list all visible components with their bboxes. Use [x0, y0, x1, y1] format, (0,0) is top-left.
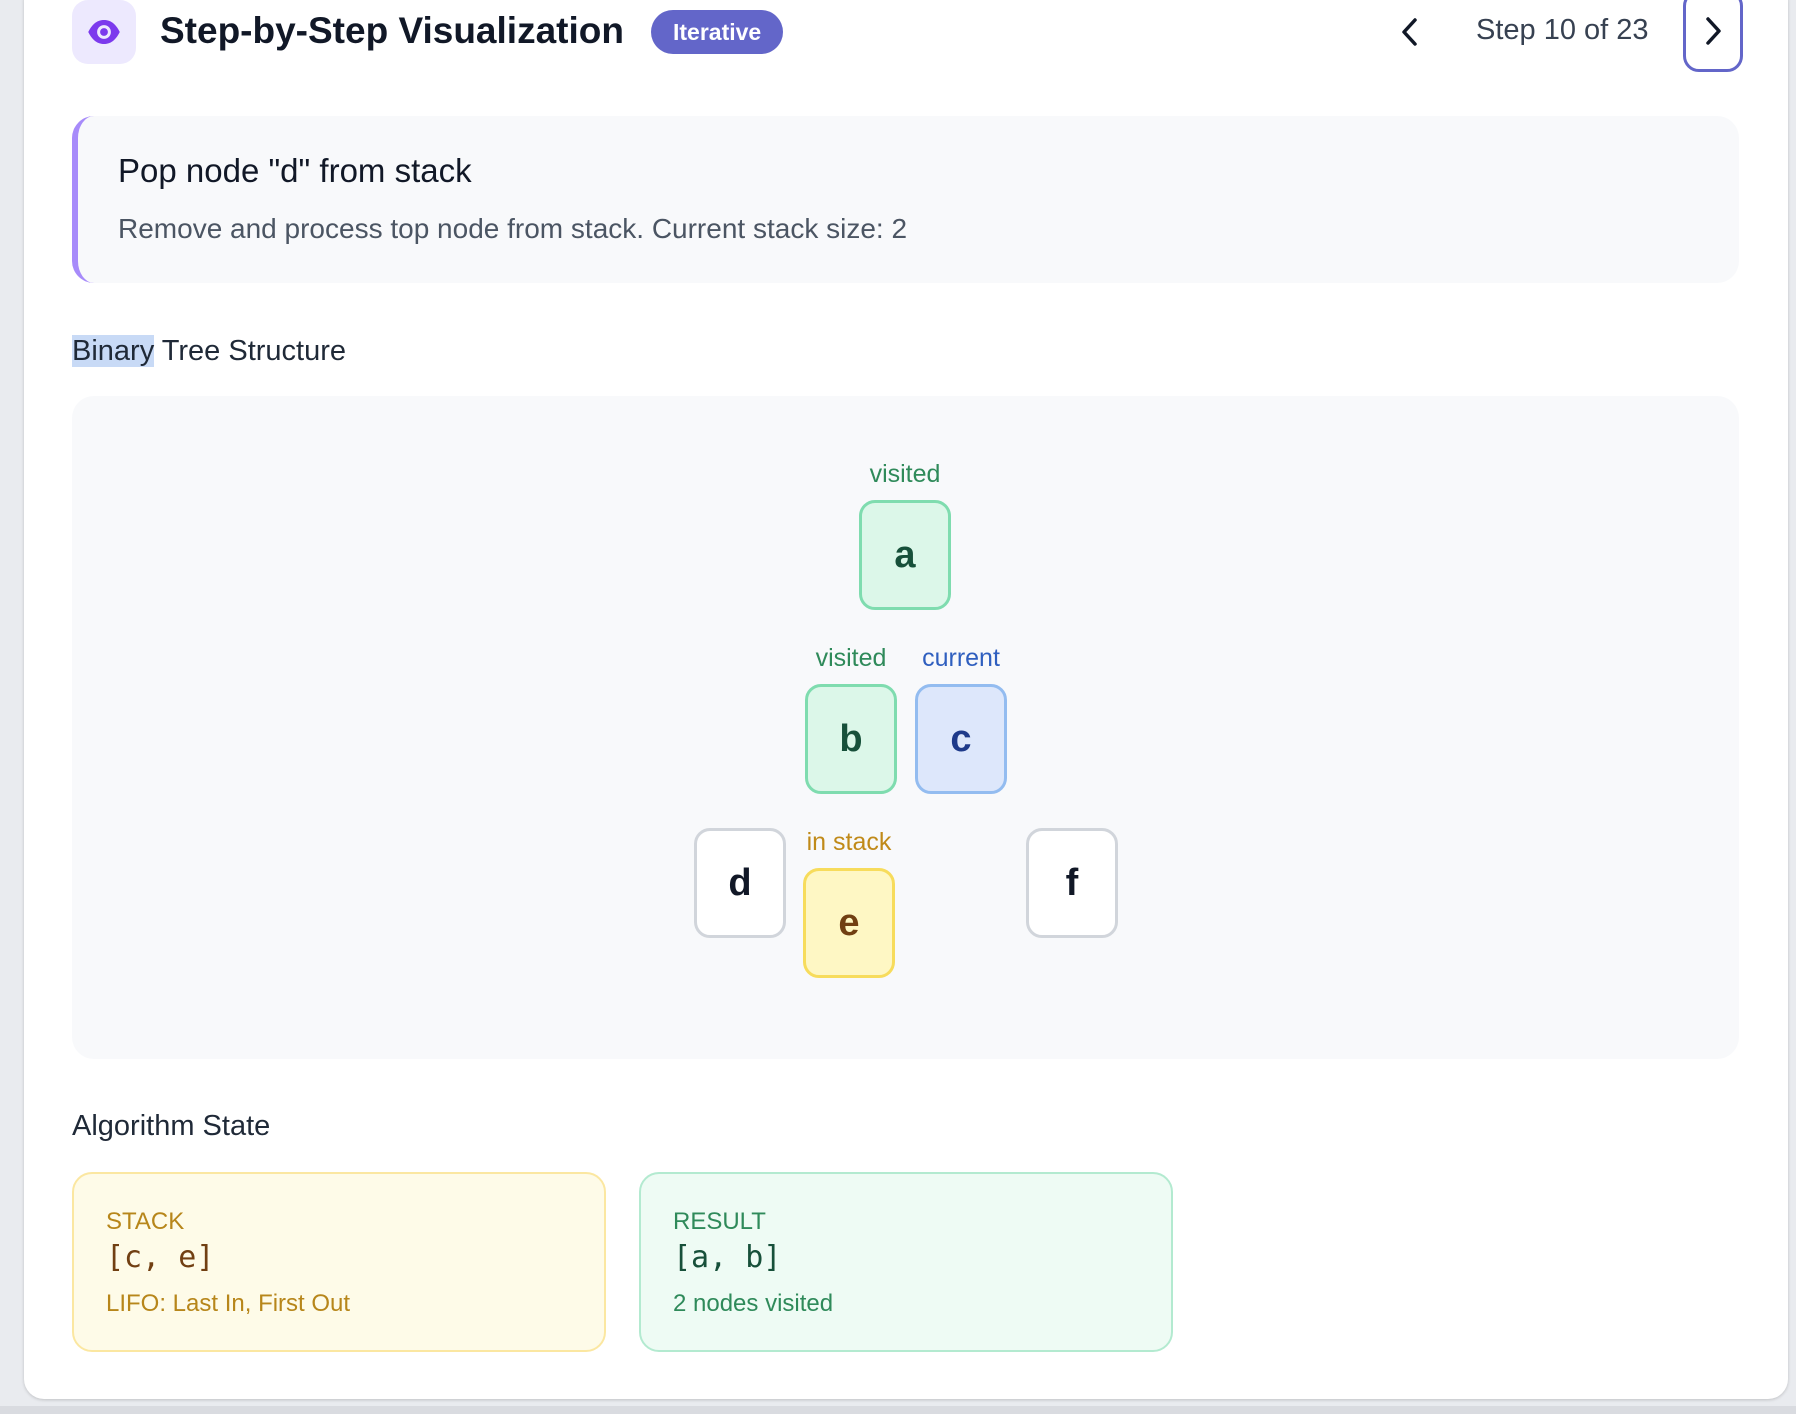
stack-title: STACK [106, 1208, 185, 1235]
tree-section-label-rest: Tree Structure [154, 335, 347, 367]
next-step-button[interactable] [1683, 0, 1743, 72]
step-description: Remove and process top node from stack. … [118, 213, 908, 244]
algorithm-state-label: Algorithm State [72, 1110, 271, 1142]
tree-node-a[interactable]: a [859, 500, 951, 610]
page-title: Step-by-Step Visualization [160, 10, 624, 51]
result-title: RESULT [673, 1208, 766, 1235]
chevron-left-icon [1402, 18, 1417, 46]
page-bottom-edge [0, 1406, 1796, 1414]
tree-node-e[interactable]: e [803, 868, 895, 978]
tree-canvas [72, 396, 1739, 1059]
step-description-panel: Pop node "d" from stack Remove and proce… [72, 116, 1739, 283]
eye-icon [72, 0, 136, 64]
tree-node-d[interactable]: d [694, 828, 786, 938]
tree-node-c[interactable]: c [915, 684, 1007, 794]
step-title: Pop node "d" from stack [118, 152, 472, 189]
tree-node-b[interactable]: b [805, 684, 897, 794]
stack-note: LIFO: Last In, First Out [106, 1290, 351, 1317]
stack-value: [c, e] [106, 1240, 215, 1275]
node-b-status: visited [815, 644, 887, 672]
stack-card: STACK [c, e] LIFO: Last In, First Out [72, 1172, 606, 1352]
step-indicator: Step 10 of 23 [1476, 14, 1649, 46]
mode-badge: Iterative [651, 10, 784, 54]
result-note: 2 nodes visited [673, 1290, 834, 1317]
chevron-right-icon [1706, 17, 1721, 45]
node-a-status: visited [869, 460, 941, 488]
tree-section-label: Binary Tree Structure [72, 335, 346, 368]
tree-node-f[interactable]: f [1026, 828, 1118, 938]
node-e-status: in stack [806, 828, 892, 856]
result-card: RESULT [a, b] 2 nodes visited [639, 1172, 1173, 1352]
result-value: [a, b] [673, 1240, 782, 1275]
previous-step-button[interactable] [1386, 6, 1434, 58]
node-c-status: current [922, 644, 1000, 672]
selected-text: Binary [72, 335, 155, 367]
